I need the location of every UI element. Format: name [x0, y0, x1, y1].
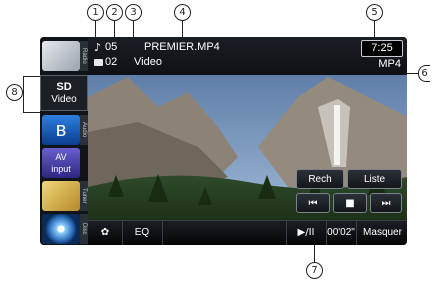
- video-display[interactable]: ♪ 05 PREMIER.MP4 7:25 02 Video MP4 Rech …: [88, 37, 407, 245]
- callout-4: 4: [174, 4, 191, 21]
- sd-label: SD: [56, 81, 72, 93]
- callout-2: 2: [106, 4, 123, 21]
- source-sidebar: SD Video ʙ AV input Radio Audio Tuner Dis…: [40, 37, 88, 245]
- elapsed-time: 00'02": [327, 227, 355, 238]
- bottom-bar: ✿ EQ ▶/II 00'02" Masquer: [88, 220, 407, 245]
- hide-button[interactable]: Masquer: [356, 221, 407, 245]
- music-note-icon: ♪: [94, 41, 102, 54]
- list-button[interactable]: Liste: [347, 169, 402, 189]
- radio-tab[interactable]: Radio: [80, 41, 88, 71]
- leader-8h2: [23, 112, 40, 113]
- sd-video-source-button[interactable]: SD Video: [40, 75, 88, 111]
- callout-6: 6: [418, 65, 430, 82]
- clock-display: 7:25: [361, 40, 403, 57]
- disc-tab[interactable]: Disc: [80, 214, 88, 244]
- previous-track-button[interactable]: ⏮: [296, 193, 330, 213]
- info-bar: ♪ 05 PREMIER.MP4 7:25 02 Video MP4: [88, 37, 407, 75]
- stop-button[interactable]: ■: [333, 193, 367, 213]
- track-number: 05: [105, 41, 118, 53]
- next-track-button[interactable]: ⏭: [370, 193, 402, 213]
- media-type-label: Video: [134, 56, 162, 68]
- search-button[interactable]: Rech: [296, 169, 344, 189]
- file-name: PREMIER.MP4: [144, 41, 220, 53]
- tuner-source-icon[interactable]: [42, 181, 80, 211]
- callout-7: 7: [306, 262, 323, 279]
- callout-5: 5: [366, 4, 383, 21]
- callout-3: 3: [125, 4, 142, 21]
- map-source-icon[interactable]: [42, 41, 80, 71]
- callout-1: 1: [87, 4, 104, 21]
- leader-8: [23, 76, 24, 112]
- folder-icon: [94, 59, 103, 66]
- play-pause-button[interactable]: ▶/II: [286, 221, 327, 245]
- folder-number: 02: [105, 56, 118, 68]
- eq-button[interactable]: EQ: [122, 221, 163, 245]
- bluetooth-source-icon[interactable]: ʙ: [42, 115, 80, 145]
- head-unit-screen: SD Video ʙ AV input Radio Audio Tuner Dis…: [40, 37, 407, 245]
- av-input-source-icon[interactable]: AV input: [42, 148, 80, 178]
- leader-8h1: [23, 76, 40, 77]
- disc-source-icon[interactable]: [42, 214, 80, 244]
- settings-gear-icon[interactable]: ✿: [88, 221, 123, 245]
- audio-tab[interactable]: Audio: [80, 115, 88, 145]
- callout-8: 8: [6, 84, 23, 101]
- tuner-tab[interactable]: Tuner: [80, 181, 88, 211]
- video-label: Video: [51, 94, 77, 105]
- empty-slot: [162, 221, 287, 245]
- format-label: MP4: [378, 58, 401, 70]
